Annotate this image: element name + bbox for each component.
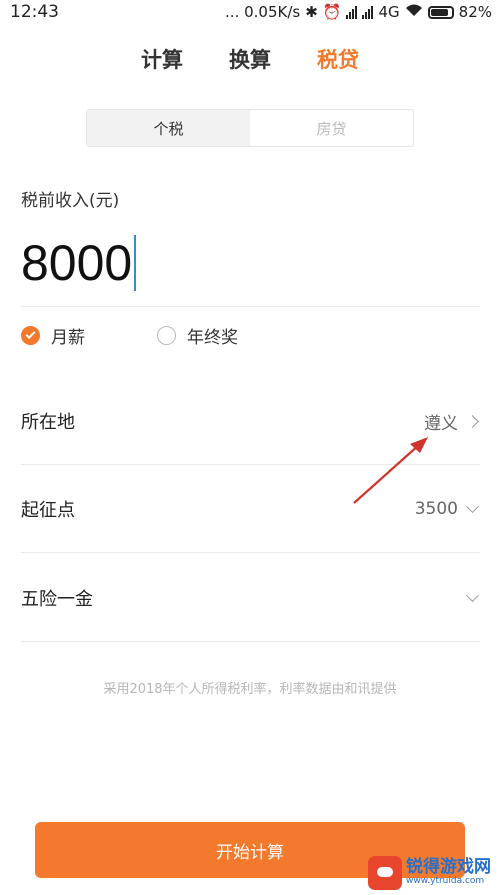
divider (21, 641, 480, 642)
location-value: 遵义 (424, 413, 458, 434)
text-cursor (134, 235, 137, 291)
location-label: 所在地 (21, 412, 75, 433)
radio-label: 年终奖 (187, 328, 238, 348)
segment-control: 个税 房贷 (86, 109, 414, 147)
net-speed: ... 0.05K/s (225, 3, 301, 21)
radio-unchecked-icon[interactable] (157, 326, 176, 345)
chevron-down-icon (466, 499, 479, 513)
tab-convert[interactable]: 换算 (229, 44, 271, 74)
status-bar: 12:43 ... 0.05K/s ✱ ⏰ 4G 82% (0, 0, 500, 24)
salary-type-group: 月薪 年终奖 (21, 323, 238, 348)
threshold-row[interactable]: 起征点 3500 (21, 489, 480, 529)
radio-checked-icon[interactable] (21, 326, 40, 345)
income-input[interactable]: 8000 (21, 232, 137, 294)
bluetooth-icon: ✱ (305, 3, 318, 21)
income-label: 税前收入(元) (21, 191, 120, 211)
chevron-down-icon (466, 588, 479, 602)
battery-icon (427, 5, 454, 19)
battery-percent: 82% (458, 3, 492, 21)
insurance-row[interactable]: 五险一金 (21, 578, 480, 618)
status-icons: ... 0.05K/s ✱ ⏰ 4G 82% (225, 3, 492, 21)
threshold-label: 起征点 (21, 500, 75, 521)
chevron-right-icon (466, 414, 479, 428)
network-type: 4G (378, 3, 400, 21)
gamepad-logo-icon (368, 855, 402, 890)
radio-monthly-salary[interactable]: 月薪 (21, 323, 85, 348)
radio-label: 月薪 (51, 328, 85, 348)
segment-mortgage[interactable]: 房贷 (250, 110, 413, 146)
location-row[interactable]: 所在地 遵义 (21, 401, 480, 441)
divider (21, 306, 480, 307)
status-time: 12:43 (10, 2, 59, 22)
watermark-url: www.ytruida.com (406, 875, 485, 886)
watermark: 锐得游戏网 www.ytruida.com (368, 850, 500, 895)
insurance-label: 五险一金 (21, 589, 93, 610)
radio-year-end-bonus[interactable]: 年终奖 (157, 323, 238, 348)
signal-icon (362, 5, 374, 19)
tab-tax-loan[interactable]: 税贷 (317, 44, 359, 74)
watermark-title: 锐得游戏网 (406, 857, 491, 878)
signal-icon (346, 5, 358, 19)
divider (21, 464, 480, 465)
top-tabs: 计算 换算 税贷 (0, 44, 500, 74)
alarm-icon: ⏰ (322, 3, 342, 21)
tab-calculate[interactable]: 计算 (141, 44, 183, 74)
divider (21, 552, 480, 553)
income-value[interactable]: 8000 (21, 234, 132, 292)
wifi-icon (405, 3, 423, 21)
segment-personal-tax[interactable]: 个税 (87, 110, 250, 146)
data-source-note: 采用2018年个人所得税利率，利率数据由和讯提供 (103, 682, 397, 697)
threshold-value: 3500 (414, 499, 458, 519)
